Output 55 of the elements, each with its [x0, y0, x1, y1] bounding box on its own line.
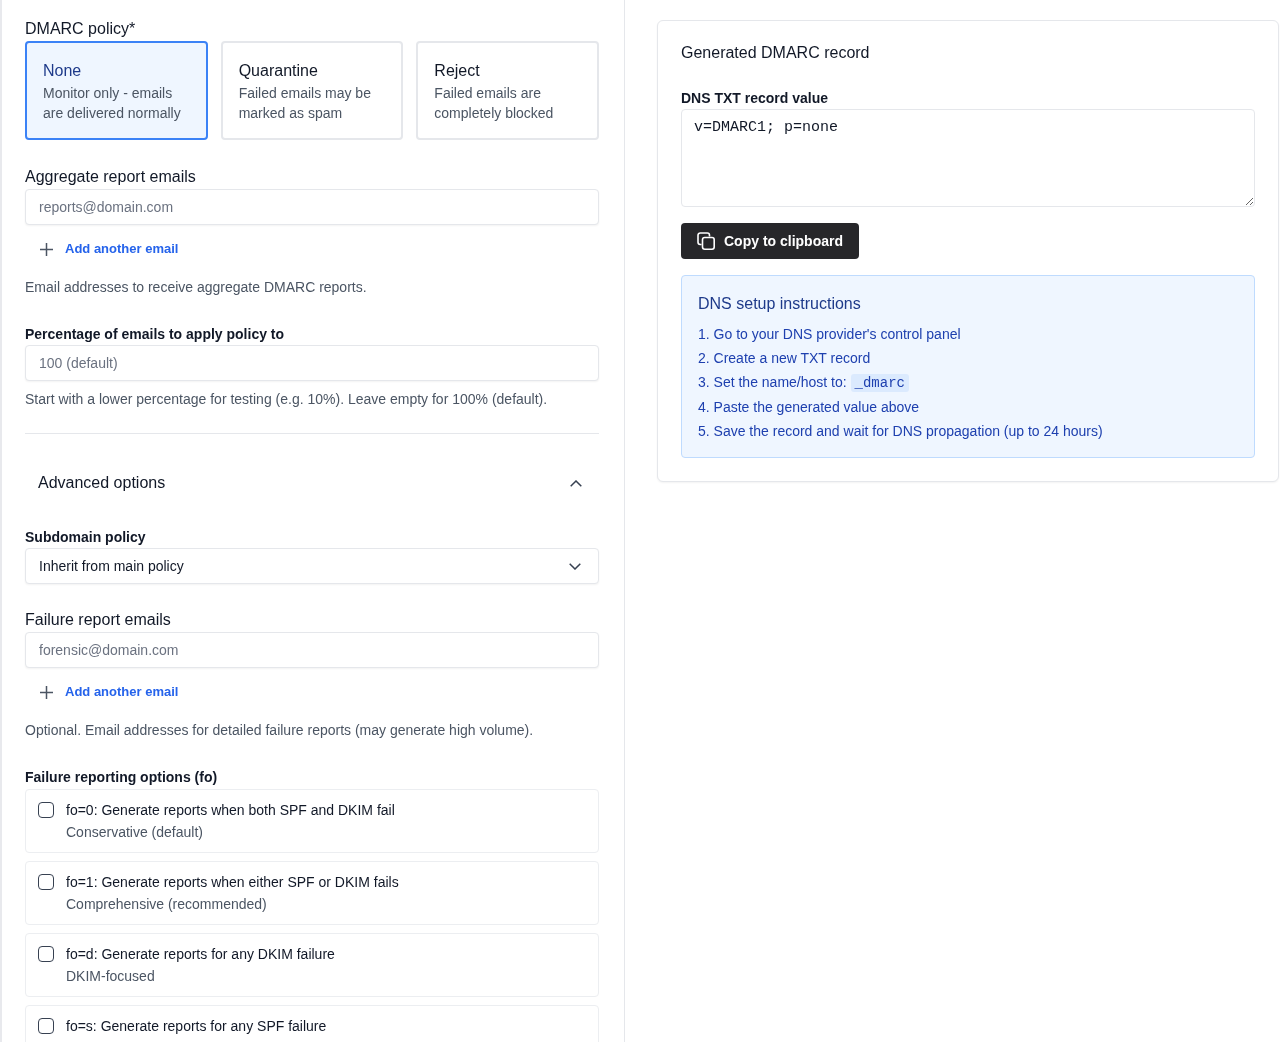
- email-input-field[interactable]: reports@domain.com: [25, 189, 599, 225]
- checkbox[interactable]: [38, 802, 54, 818]
- fo-option-card[interactable]: fo=d: Generate reports for any DKIM failure DKIM-focused: [25, 933, 599, 997]
- option-title: Quarantine: [238, 61, 319, 81]
- fo-option-card[interactable]: fo=1: Generate reports when either SPF or DKIM fails Comprehensive (recommended): [25, 861, 599, 925]
- option-description: Monitor only - emails are delivered normally: [43, 84, 182, 123]
- fo-option-card[interactable]: fo=s: Generate reports for any SPF failure: [25, 1005, 599, 1042]
- option-description: DKIM-focused: [66, 967, 156, 986]
- checkbox[interactable]: [38, 874, 54, 890]
- field-label: Percentage of emails to apply policy to: [25, 325, 286, 344]
- field-label: Failure reporting options (fo): [25, 768, 219, 787]
- chevron-up-icon: [570, 479, 582, 487]
- checkbox[interactable]: [38, 946, 54, 962]
- option-title: Reject: [434, 61, 481, 81]
- instruction-step: 2. Create a new TXT record: [698, 346, 1238, 370]
- option-title: fo=d: Generate reports for any DKIM failure: [66, 945, 335, 964]
- percentage-input-field[interactable]: 100 (default): [25, 345, 599, 381]
- field-label: Failure report emails: [25, 610, 172, 630]
- email-input-field[interactable]: forensic@domain.com: [25, 632, 599, 668]
- policy-option-card[interactable]: Quarantine Failed emails may be marked as spam: [220, 41, 404, 140]
- option-description: Failed emails may be marked as spam: [238, 84, 372, 123]
- field-label: DMARC policy*: [25, 19, 137, 39]
- help-text: Start with a lower percentage for testing (e.g. 10%). Leave empty for 100% (default).: [25, 390, 549, 409]
- fo-option-card[interactable]: fo=0: Generate reports when both SPF and DKIM fail Conservative (default): [25, 789, 599, 853]
- option-title: None: [43, 61, 83, 81]
- copy-icon: [697, 232, 715, 250]
- plus-icon: [40, 685, 53, 699]
- option-title: fo=s: Generate reports for any SPF failure: [66, 1017, 327, 1036]
- instructions-title: DNS setup instructions: [698, 294, 862, 314]
- card-title: Generated DMARC record: [681, 43, 871, 63]
- record-value-field[interactable]: v=DMARC1; p=none: [681, 109, 1255, 207]
- copy-button[interactable]: Copy to clipboard: [681, 223, 859, 259]
- policy-option-card[interactable]: None Monitor only - emails are delivered normally: [25, 41, 208, 140]
- option-description: Comprehensive (recommended): [66, 895, 268, 914]
- plus-icon: [40, 242, 53, 256]
- help-text: Optional. Email addresses for detailed failure reports (may generate high volume).: [25, 721, 535, 740]
- option-description: Conservative (default): [66, 823, 204, 842]
- help-text: Email addresses to receive aggregate DMARC reports.: [25, 278, 368, 297]
- policy-option-card[interactable]: Reject Failed emails are completely blocked: [416, 41, 599, 140]
- instruction-step: 3. Set the name/host to: _dmarc: [698, 370, 1238, 395]
- field-label: Aggregate report emails: [25, 167, 197, 187]
- option-title: fo=1: Generate reports when either SPF or DKIM fails: [66, 873, 399, 892]
- chevron-down-icon: [569, 562, 581, 570]
- option-title: fo=0: Generate reports when both SPF and DKIM fail: [66, 801, 395, 820]
- instruction-step: 5. Save the record and wait for DNS propagation (up to 24 hours): [698, 419, 1238, 443]
- advanced-options-toggle[interactable]: Advanced options: [25, 460, 599, 506]
- field-label: Subdomain policy: [25, 528, 147, 547]
- option-description: Failed emails are completely blocked: [434, 84, 555, 123]
- add-email-link[interactable]: Add another email: [25, 680, 183, 704]
- checkbox[interactable]: [38, 1018, 54, 1034]
- add-email-link[interactable]: Add another email: [25, 237, 183, 261]
- field-label: DNS TXT record value: [681, 89, 830, 108]
- instruction-step: 4. Paste the generated value above: [698, 395, 1238, 419]
- instruction-step: 1. Go to your DNS provider's control panel: [698, 322, 1238, 346]
- subdomain-policy-select[interactable]: Inherit from main policy: [25, 548, 599, 584]
